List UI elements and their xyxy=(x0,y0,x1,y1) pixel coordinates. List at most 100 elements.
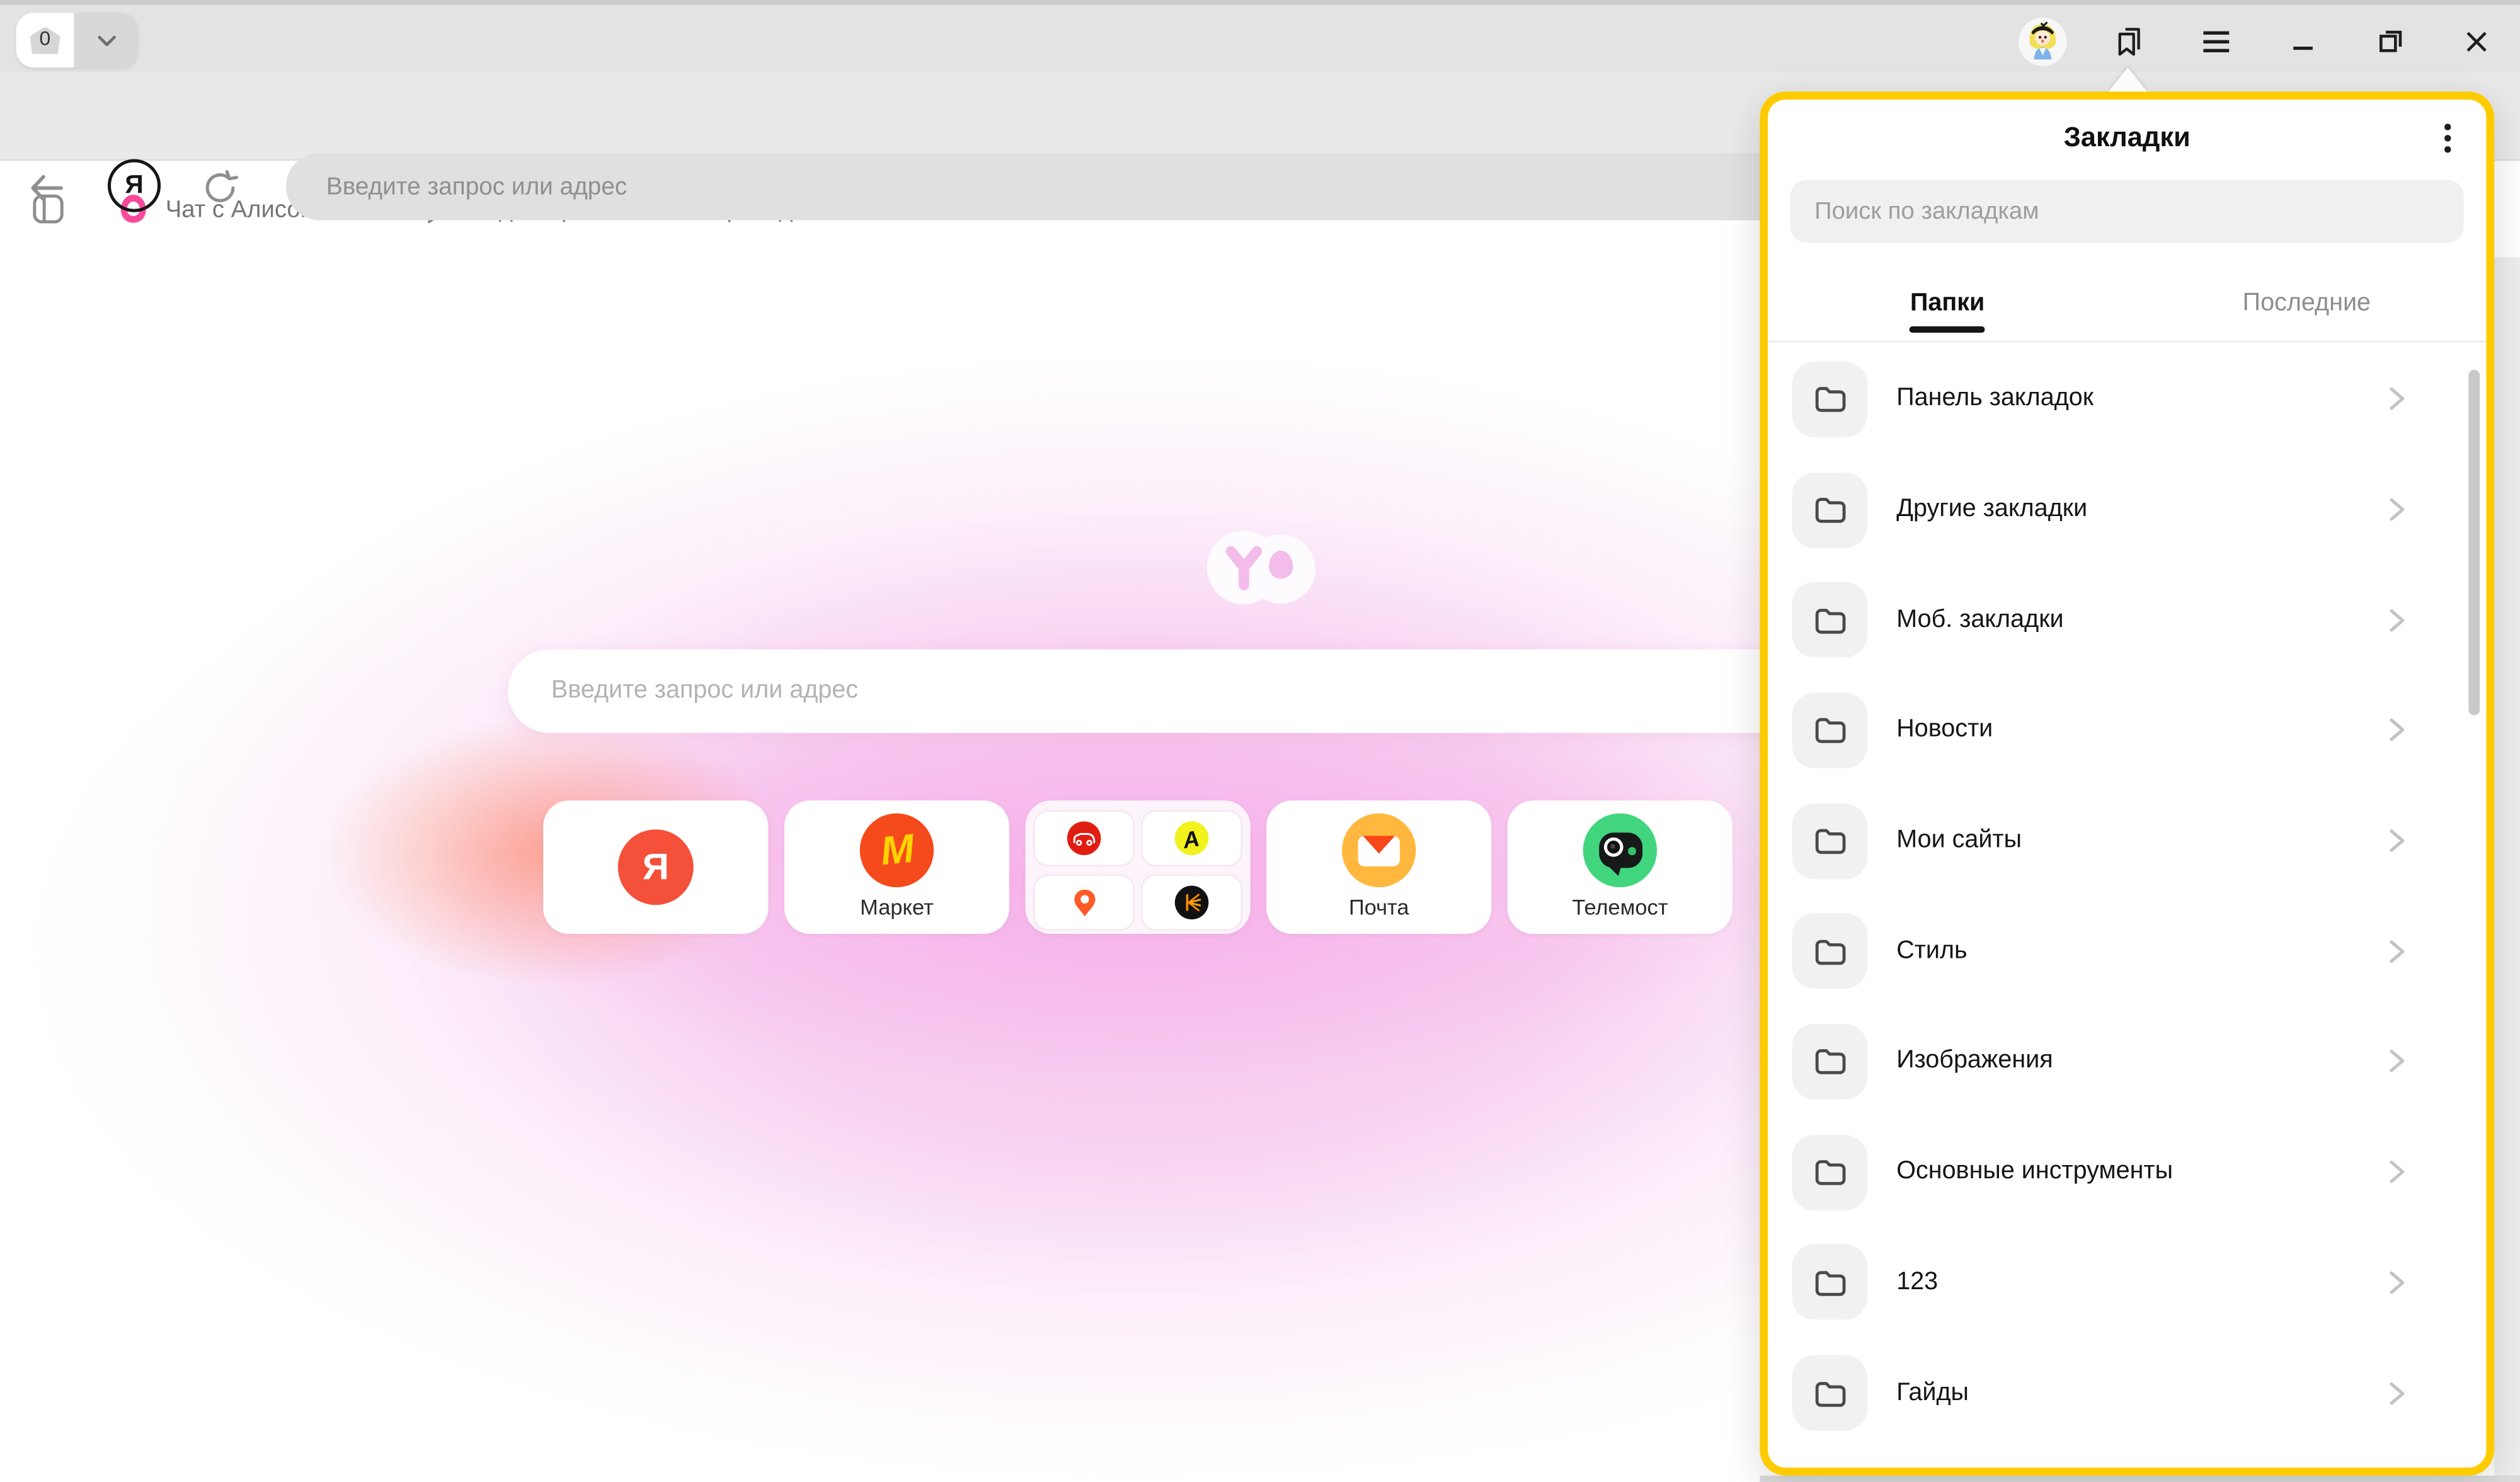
tile-label: Телемост xyxy=(1508,895,1732,919)
tile-maps[interactable] xyxy=(1033,875,1135,931)
yandex-tile-letter: Я xyxy=(643,846,669,889)
folder-icon-box xyxy=(1792,1355,1867,1431)
address-input[interactable] xyxy=(286,152,1816,220)
back-arrow-icon xyxy=(26,169,67,207)
bookmark-folder-row[interactable]: Основные инструменты xyxy=(1768,1117,2486,1227)
chevron-right-icon xyxy=(2383,385,2409,414)
alice-avatar-icon xyxy=(2019,17,2067,66)
folder-label: Изображения xyxy=(1896,1047,2053,1076)
back-button[interactable] xyxy=(23,164,71,212)
chevron-right-icon xyxy=(2383,1047,2409,1076)
bookmark-folder-row[interactable]: Изображения xyxy=(1768,1006,2486,1117)
folder-icon-box xyxy=(1792,582,1867,658)
bookmark-folder-row[interactable]: Мои сайты xyxy=(1768,786,2486,896)
folder-label: Основные инструменты xyxy=(1896,1157,2173,1186)
bookmark-folder-row[interactable]: Панель закладок xyxy=(1768,344,2486,454)
active-tab-underline xyxy=(1910,326,1985,332)
panel-tabs: Папки Последние xyxy=(1768,273,2486,335)
folder-icon-box xyxy=(1792,1244,1867,1320)
folder-icon-box xyxy=(1792,1134,1867,1210)
bookmark-folder-row[interactable]: Новости xyxy=(1768,675,2486,786)
address-bar[interactable] xyxy=(286,152,1816,220)
tile-yandex[interactable]: Я xyxy=(543,800,768,934)
bookmarks-icon xyxy=(2112,23,2147,59)
yandex-letter: Я xyxy=(125,171,143,200)
folder-label: Мои сайты xyxy=(1896,826,2022,855)
telemost-camera-icon xyxy=(1598,832,1642,868)
chevron-right-icon xyxy=(2383,1268,2409,1297)
folder-icon-box xyxy=(1792,1024,1867,1100)
refresh-icon xyxy=(201,169,239,207)
tab-list-dropdown[interactable] xyxy=(74,13,138,67)
chevron-right-icon xyxy=(2383,937,2409,966)
refresh-button[interactable] xyxy=(196,164,244,212)
chevron-right-icon xyxy=(2383,1157,2409,1186)
folder-icon xyxy=(1811,600,1849,639)
tab-recent[interactable]: Последние xyxy=(2127,273,2486,335)
panel-scrollbar-thumb[interactable] xyxy=(2468,370,2480,715)
tab[interactable]: 0 xyxy=(16,13,139,67)
folder-label: Панель закладок xyxy=(1896,385,2093,414)
chevron-right-icon xyxy=(2383,495,2409,524)
popup-caret xyxy=(2109,67,2147,91)
folder-label: 123 xyxy=(1896,1268,1938,1297)
folder-list: Панель закладок Другие закладки xyxy=(1768,344,2486,1448)
tab-folders[interactable]: Папки xyxy=(1768,273,2127,335)
map-pin-icon xyxy=(1070,887,1099,919)
folder-label: Гайды xyxy=(1896,1379,1969,1408)
bookmark-folder-row[interactable]: Моб. закладки xyxy=(1768,565,2486,675)
yandex-home-button[interactable]: Я xyxy=(108,159,161,212)
chevron-right-icon xyxy=(2383,716,2409,745)
folder-icon xyxy=(1811,1263,1849,1302)
tile-kinopoisk[interactable] xyxy=(1141,875,1242,931)
panel-divider xyxy=(1768,341,2486,343)
kinopoisk-rays-icon xyxy=(1179,890,1203,914)
folder-icon xyxy=(1811,1042,1849,1081)
folder-icon-box xyxy=(1792,914,1867,989)
close-icon xyxy=(2462,26,2491,55)
tile-telemost[interactable]: Телемост xyxy=(1508,800,1732,934)
market-m-letter: M xyxy=(878,825,916,875)
active-tab[interactable]: 0 xyxy=(16,13,74,67)
tile-label: Маркет xyxy=(784,895,1009,919)
close-button[interactable] xyxy=(2453,17,2501,66)
start-page-search[interactable] xyxy=(508,650,1890,733)
bookmark-folder-row[interactable]: Стиль xyxy=(1768,896,2486,1006)
start-search-input[interactable] xyxy=(508,650,1890,733)
bookmarks-button[interactable] xyxy=(2105,17,2154,66)
bookmarks-search[interactable] xyxy=(1790,180,2464,243)
panel-title: Закладки xyxy=(1768,122,2486,154)
tile-label: Почта xyxy=(1266,895,1491,919)
panel-bottom-edge xyxy=(1760,1476,2520,1482)
folder-label: Другие закладки xyxy=(1896,495,2087,524)
mail-envelope-icon xyxy=(1358,835,1400,865)
menu-button[interactable] xyxy=(2192,17,2241,66)
folder-label: Моб. закладки xyxy=(1896,606,2063,635)
tile-afisha[interactable]: A xyxy=(1141,810,1242,866)
minimize-icon xyxy=(2289,26,2318,55)
bookmark-folder-row[interactable]: Гайды xyxy=(1768,1338,2486,1448)
folder-icon-box xyxy=(1792,803,1867,878)
restore-icon xyxy=(2374,26,2405,56)
folder-icon-box xyxy=(1792,362,1867,437)
profile-avatar[interactable] xyxy=(2019,17,2067,66)
minimize-button[interactable] xyxy=(2279,17,2327,66)
folder-label: Новости xyxy=(1896,716,1993,745)
folder-label: Стиль xyxy=(1896,937,1967,966)
folder-icon xyxy=(1811,932,1849,970)
bookmarks-search-input[interactable] xyxy=(1790,180,2464,243)
tab-strip: 0 xyxy=(0,0,2520,72)
tile-drive[interactable] xyxy=(1033,810,1135,866)
afisha-a-letter: A xyxy=(1181,824,1202,853)
bookmark-folder-row[interactable]: 123 xyxy=(1768,1227,2486,1338)
folder-icon xyxy=(1811,1374,1849,1412)
maximize-button[interactable] xyxy=(2366,17,2414,66)
bookmark-folder-row[interactable]: Другие закладки xyxy=(1768,454,2486,565)
car-icon xyxy=(1072,829,1096,847)
tile-mail[interactable]: Почта xyxy=(1266,800,1491,934)
tile-market[interactable]: M Маркет xyxy=(784,800,1009,934)
folder-icon xyxy=(1811,380,1849,418)
folder-icon xyxy=(1811,1152,1849,1191)
panel-menu-button[interactable] xyxy=(2429,119,2467,158)
hamburger-icon xyxy=(2200,26,2232,55)
